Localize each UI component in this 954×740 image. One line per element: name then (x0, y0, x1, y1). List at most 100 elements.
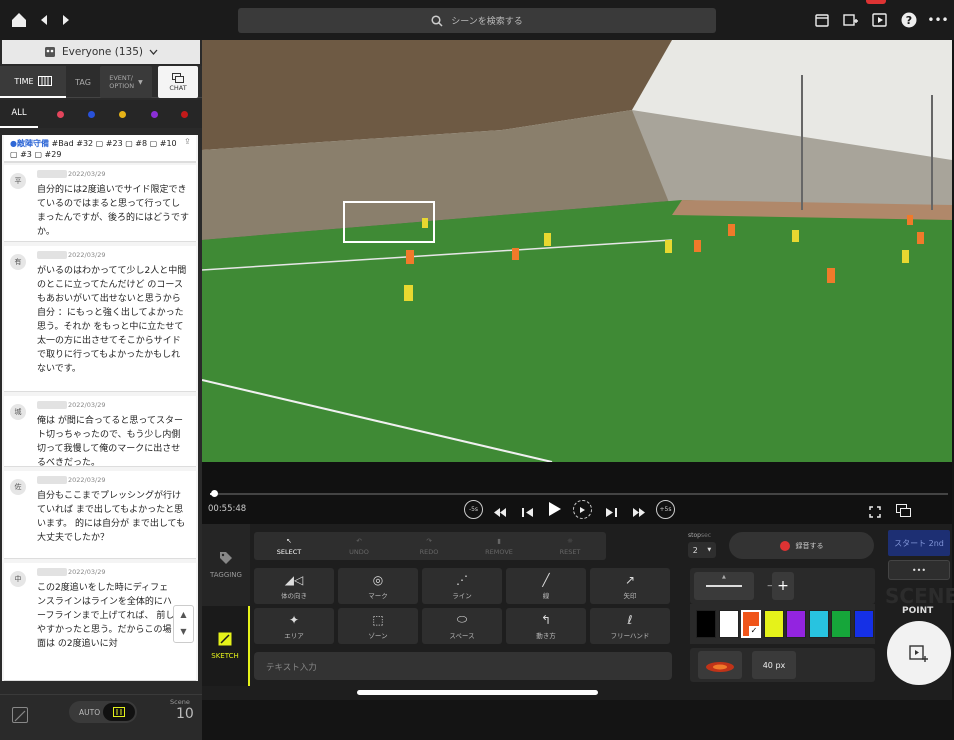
stop-label: stopsec (688, 532, 711, 539)
add-point-button[interactable] (887, 621, 951, 685)
color-swatch[interactable] (786, 610, 806, 638)
sketch-panel: TAGGING SKETCH ↖ SELECT ↶ UNDO ↷ REDO ▮ REMO… (202, 524, 954, 700)
playlist-icon[interactable] (870, 10, 890, 30)
more-menu-icon[interactable]: ••• (927, 10, 948, 30)
more-options-button[interactable]: ••• (888, 560, 950, 580)
help-icon[interactable]: ? (899, 10, 919, 30)
play-icon[interactable] (548, 501, 562, 521)
home-icon[interactable] (9, 10, 29, 30)
shape-label: 線 (542, 591, 550, 600)
calendar-icon[interactable] (812, 10, 832, 30)
text-input-field[interactable]: テキスト入力 (254, 652, 672, 680)
step-forward-icon[interactable] (605, 503, 617, 522)
step-back-icon[interactable] (522, 503, 534, 522)
tab-time[interactable]: TIME (0, 66, 66, 98)
add-clip-icon[interactable] (841, 10, 861, 30)
message-text: この2度追いをした時にディフェンスラインはラインを全体的にハーフラインまで上げて… (37, 583, 175, 649)
view-tabs: TIME TAG EVENT/ OPTION ▼ CHAT (0, 66, 202, 98)
current-time: 00:55:48 (208, 504, 247, 514)
tab-chat-label: CHAT (169, 83, 187, 92)
shape-tool[interactable]: ⬭ スペース (422, 608, 502, 644)
video-player[interactable] (202, 40, 952, 462)
pip-icon[interactable] (896, 502, 911, 521)
fullscreen-icon[interactable] (869, 503, 881, 522)
up-arrow-icon: ▲ (722, 574, 726, 580)
color-swatch[interactable] (853, 610, 874, 638)
record-icon (779, 540, 790, 551)
rewind-icon[interactable] (493, 503, 507, 522)
shape-tool[interactable]: ↗ 矢印 (590, 568, 670, 604)
select-tool[interactable]: ↖ SELECT (254, 532, 324, 560)
size-value[interactable]: 40 px (752, 651, 796, 679)
color-swatch[interactable] (808, 610, 829, 638)
shape-icon: ✦ (288, 612, 300, 627)
timeline-icon (37, 76, 52, 86)
color-swatch[interactable] (763, 610, 784, 638)
filter-yellow[interactable] (119, 111, 126, 118)
picture-off-icon[interactable] (12, 707, 28, 723)
play-small-icon (580, 506, 585, 513)
color-swatch[interactable] (696, 610, 716, 638)
shape-tool[interactable]: ↰ 動き方 (506, 608, 586, 644)
fast-forward-icon[interactable] (632, 503, 646, 522)
sketch-mode-button[interactable]: SKETCH (202, 606, 250, 686)
shape-icon: ⋰ (456, 572, 468, 587)
forward-icon[interactable] (56, 10, 76, 30)
color-swatch[interactable] (718, 610, 739, 638)
back-icon[interactable] (34, 10, 54, 30)
auto-toggle[interactable]: AUTO (69, 701, 137, 723)
chat-message: 平 2022/03/29 自分的には2度追いでサイド限定できているのではまると思… (4, 165, 196, 242)
shape-tool[interactable]: ◢◁ 体の向き (254, 568, 334, 604)
shape-tool[interactable]: ╱ 線 (506, 568, 586, 604)
group-icon (45, 47, 56, 57)
scroll-arrows[interactable]: ▲ ▼ (173, 605, 194, 643)
add-point-icon (909, 645, 928, 662)
filter-blue[interactable] (88, 111, 95, 118)
record-audio-button[interactable]: 録音する (729, 532, 874, 559)
redo-icon: ↷ (426, 536, 432, 545)
scene-search-input[interactable]: シーンを検索する (238, 8, 716, 33)
redo-button[interactable]: ↷ REDO (394, 532, 464, 560)
seek-handle[interactable] (211, 490, 219, 497)
line-thickness-select[interactable]: ▲ (694, 572, 754, 600)
chat-list[interactable]: ●敵陣守備 #Bad #32 ▢ #23 ▢ #8 ▢ #10 ▢ #3 ▢ #… (2, 135, 198, 681)
reset-icon: ☼ (567, 536, 573, 545)
stop-seconds-select[interactable]: 2 ▼ (688, 542, 716, 558)
chat-message: 中 2022/03/29 この2度追いをした時にディフェンスラインはラインを全体… (4, 563, 196, 681)
skip-back-5s-button[interactable]: -5s (464, 500, 483, 519)
tab-tag-label: TAG (75, 77, 91, 87)
shape-tool[interactable]: ✦ エリア (254, 608, 334, 644)
shape-tool[interactable]: ℓ フリーハンド (590, 608, 670, 644)
filter-all[interactable]: ALL (0, 100, 38, 128)
redo-label: REDO (419, 547, 439, 556)
shape-tool[interactable]: ⬚ ゾーン (338, 608, 418, 644)
shape-tool[interactable]: ⋰ ライン (422, 568, 502, 604)
tab-event-option[interactable]: EVENT/ OPTION ▼ (100, 66, 152, 98)
audience-selector[interactable]: Everyone (135) (2, 40, 200, 64)
reset-button[interactable]: ☼ RESET (534, 532, 606, 560)
skip-forward-5s-button[interactable]: +5s (656, 500, 675, 519)
stop-label-text: stop (688, 532, 701, 539)
color-swatch[interactable] (831, 610, 851, 638)
scene-header-card[interactable]: ●敵陣守備 #Bad #32 ▢ #23 ▢ #8 ▢ #10 ▢ #3 ▢ #… (4, 135, 196, 163)
author-name (37, 401, 67, 409)
start-2nd-button[interactable]: スタート 2nd (888, 530, 950, 556)
message-date: 2022/03/29 (68, 170, 106, 178)
filter-red[interactable] (57, 111, 64, 118)
seek-track[interactable] (210, 493, 948, 495)
message-date: 2022/03/29 (68, 401, 106, 409)
tab-tag[interactable]: TAG (68, 66, 98, 98)
shape-tool[interactable]: ◎ マーク (338, 568, 418, 604)
tab-chat[interactable]: CHAT (158, 66, 198, 98)
filter-purple[interactable] (151, 111, 158, 118)
tagging-mode-button[interactable]: TAGGING (202, 524, 250, 606)
marker-style-select[interactable] (698, 651, 742, 679)
select-label: SELECT (276, 547, 302, 556)
color-swatch[interactable]: ✓ (741, 610, 761, 638)
remove-button[interactable]: ▮ REMOVE (464, 532, 534, 560)
filter-darkred[interactable] (181, 111, 188, 118)
slow-play-button[interactable] (573, 500, 592, 519)
increase-icon[interactable]: + (772, 572, 794, 600)
share-icon[interactable]: ⇪ (184, 137, 191, 146)
undo-button[interactable]: ↶ UNDO (324, 532, 394, 560)
